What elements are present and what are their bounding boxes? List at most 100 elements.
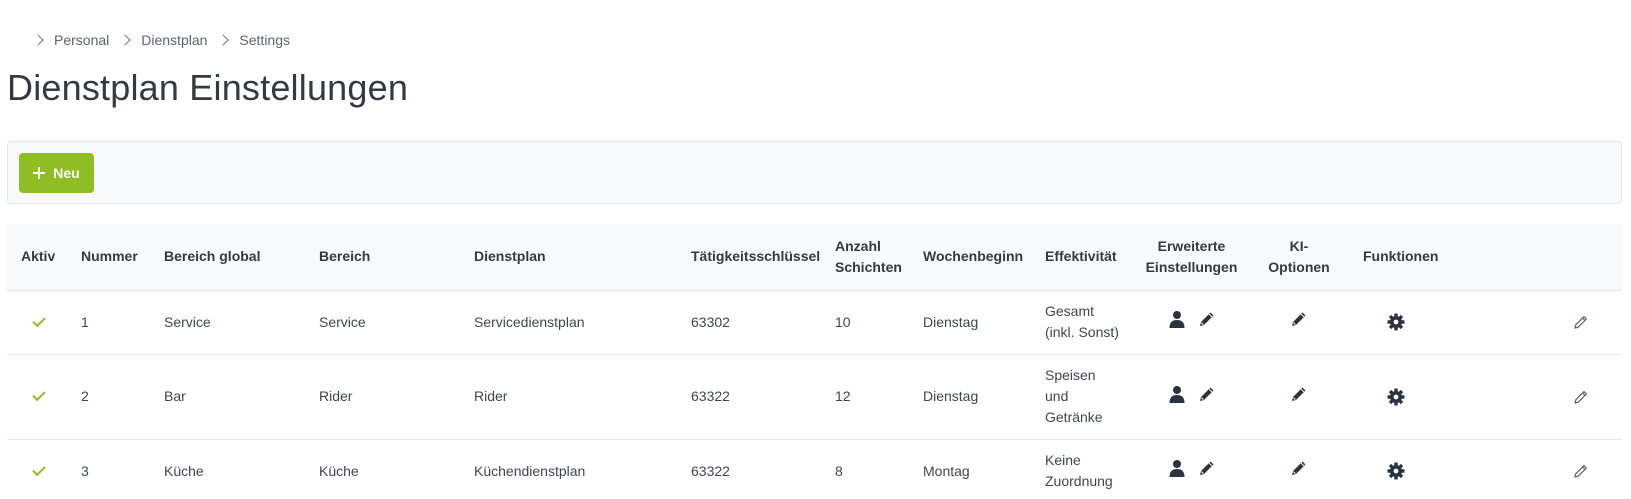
check-icon [32,387,46,402]
dienstplan-table: Aktiv Nummer Bereich global Bereich Dien… [7,224,1622,499]
cell-effektivitaet: Keine Zuordnung [1031,439,1134,499]
header-line: Schichten [835,258,902,275]
cell-aktiv [7,439,67,499]
check-icon [32,313,46,327]
table-header-row: Aktiv Nummer Bereich global Bereich Dien… [7,224,1622,291]
column-header-dienstplan[interactable]: Dienstplan [460,224,677,291]
cell-effektivitaet: Speisen und Getränke [1031,354,1134,440]
cell-dienstplan: Servicedienstplan [460,290,677,355]
cell-funktionen [1349,439,1439,499]
breadcrumb-item-personal[interactable]: Personal [32,32,109,48]
cell-bereich-global: Service [150,290,305,355]
cell-line: und [1045,388,1069,404]
chevron-right-icon [217,34,230,46]
pencil-icon[interactable] [1290,310,1308,328]
page-title: Dienstplan Einstellungen [7,67,409,108]
header-line: Einstellungen [1145,258,1238,275]
cell-effektivitaet: Gesamt (inkl. Sonst) [1031,290,1134,355]
cell-dienstplan: Rider [460,354,677,440]
cell-line: Gesamt [1045,303,1095,319]
gear-icon[interactable] [1387,388,1439,406]
check-icon [32,462,46,476]
pencil-icon[interactable] [1198,459,1216,477]
plus-icon [33,167,46,179]
chevron-right-icon [32,34,44,46]
header-line: KI- [1289,237,1309,254]
cell-line: Keine [1045,452,1081,468]
pencil-outline-icon[interactable] [1573,314,1622,330]
header-line: Anzahl [835,237,881,254]
cell-funktionen [1349,290,1439,355]
breadcrumb-item-settings[interactable]: Settings [207,32,290,48]
cell-wochenbeginn: Dienstag [909,290,1031,355]
breadcrumb-label[interactable]: Settings [239,32,290,48]
cell-taetigkeit: 63322 [677,354,821,440]
cell-dienstplan: Küchendienstplan [460,439,677,499]
cell-anzahl: 8 [821,439,909,499]
cell-line: Zuordnung [1045,473,1113,489]
cell-line: Getränke [1045,409,1103,425]
cell-bereich-global: Bar [150,354,305,440]
pencil-icon[interactable] [1198,385,1216,403]
cell-funktionen [1349,354,1439,440]
cell-erweiterte [1134,290,1249,355]
column-header-taetigkeit[interactable]: Tätigkeitsschlüssel [677,224,821,291]
new-button[interactable]: Neu [19,153,94,193]
gear-icon[interactable] [1387,313,1439,331]
pencil-outline-icon[interactable] [1573,463,1622,479]
breadcrumb-label[interactable]: Personal [54,32,109,48]
gear-icon[interactable] [1387,462,1439,480]
cell-nummer: 1 [67,290,150,355]
pencil-icon[interactable] [1198,310,1216,328]
cell-anzahl: 12 [821,354,909,440]
cell-ki-optionen [1249,354,1349,440]
header-line: Erweiterte [1157,237,1226,254]
column-header-nummer[interactable]: Nummer [67,224,150,291]
column-header-anzahl-schichten[interactable]: Anzahl Schichten [821,224,909,291]
column-header-funktionen: Funktionen [1349,224,1439,291]
column-header-ki-optionen: KI- Optionen [1249,224,1349,291]
pencil-icon[interactable] [1290,385,1308,403]
column-header-erweiterte-einstellungen: Erweiterte Einstellungen [1134,224,1249,291]
cell-bereich: Rider [305,354,460,440]
pencil-outline-icon[interactable] [1573,389,1622,405]
table-row[interactable]: 2 Bar Rider Rider 63322 12 Dienstag Spei… [7,354,1622,440]
cell-line: Speisen [1045,367,1096,383]
cell-erweiterte [1134,439,1249,499]
cell-wochenbeginn: Dienstag [909,354,1031,440]
table-row[interactable]: 3 Küche Küche Küchendienstplan 63322 8 M… [7,439,1622,499]
user-icon[interactable] [1168,459,1186,477]
column-header-bereich[interactable]: Bereich [305,224,460,291]
column-header-effektivitaet[interactable]: Effektivität [1031,224,1134,291]
cell-ki-optionen [1249,439,1349,499]
cell-nummer: 2 [67,354,150,440]
column-header-bereich-global[interactable]: Bereich global [150,224,305,291]
cell-actions [1439,290,1622,355]
cell-aktiv [7,290,67,355]
cell-bereich: Küche [305,439,460,499]
cell-aktiv [7,354,67,440]
cell-anzahl: 10 [821,290,909,355]
cell-taetigkeit: 63322 [677,439,821,499]
new-button-label: Neu [53,165,80,181]
cell-actions [1439,354,1622,440]
header-line: Optionen [1268,258,1330,275]
cell-actions [1439,439,1622,499]
user-icon[interactable] [1168,310,1186,328]
column-header-actions [1439,224,1622,291]
toolbar: Neu [7,141,1622,204]
column-header-wochenbeginn[interactable]: Wochenbeginn [909,224,1031,291]
breadcrumb-label[interactable]: Dienstplan [141,32,207,48]
table-row[interactable]: 1 Service Service Servicedienstplan 6330… [7,290,1622,355]
breadcrumb: Personal Dienstplan Settings [32,30,290,50]
user-icon[interactable] [1168,385,1186,403]
cell-erweiterte [1134,354,1249,440]
pencil-icon[interactable] [1290,459,1308,477]
cell-bereich: Service [305,290,460,355]
column-header-aktiv[interactable]: Aktiv [7,224,67,291]
cell-ki-optionen [1249,290,1349,355]
cell-nummer: 3 [67,439,150,499]
breadcrumb-item-dienstplan[interactable]: Dienstplan [109,32,207,48]
chevron-right-icon [119,34,131,46]
cell-line: (inkl. Sonst) [1045,324,1119,340]
